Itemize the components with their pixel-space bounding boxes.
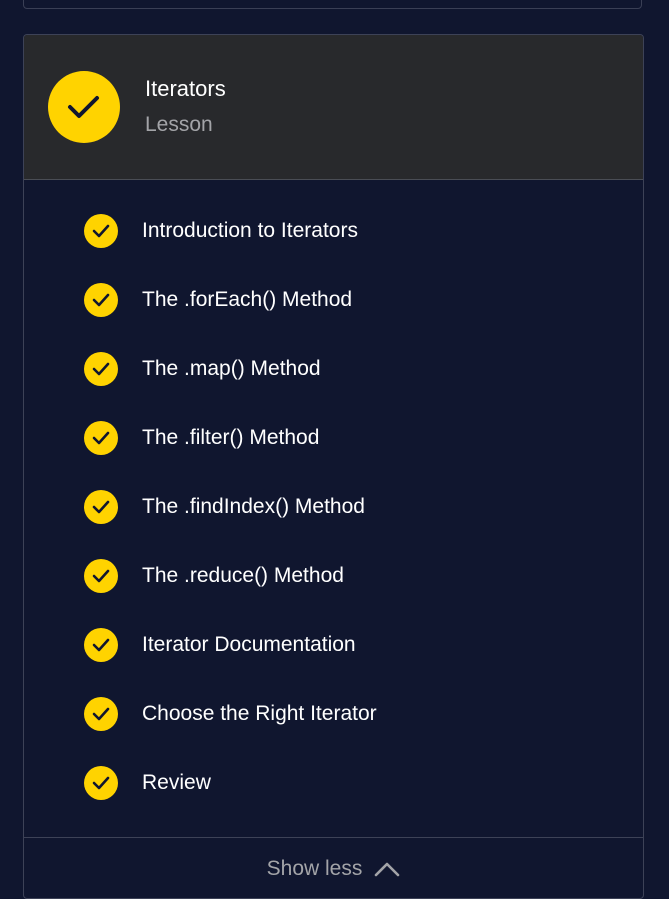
list-item[interactable]: The .map() Method (24, 333, 643, 402)
check-circle-icon (84, 352, 118, 386)
list-item[interactable]: The .filter() Method (24, 402, 643, 471)
lesson-type: Lesson (145, 113, 213, 136)
check-circle-icon (84, 559, 118, 593)
previous-lesson-card[interactable] (23, 0, 642, 9)
page: Iterators Lesson Introduction to Iterato… (0, 0, 669, 899)
check-circle-icon (84, 214, 118, 248)
list-item-label[interactable]: The .map() Method (142, 354, 321, 384)
show-less-label: Show less (266, 856, 363, 880)
check-circle-icon (84, 490, 118, 524)
show-less-button[interactable]: Show less (24, 837, 643, 898)
check-circle-icon (84, 628, 118, 662)
list-item-label[interactable]: The .forEach() Method (142, 285, 352, 315)
list-item[interactable]: The .reduce() Method (24, 540, 643, 609)
list-item[interactable]: Review (24, 747, 643, 816)
list-item-label[interactable]: The .findIndex() Method (142, 492, 365, 522)
lesson-header[interactable]: Iterators Lesson (24, 35, 643, 180)
list-item-label[interactable]: The .filter() Method (142, 423, 319, 453)
list-item-label[interactable]: Review (142, 768, 211, 798)
check-circle-icon (84, 283, 118, 317)
list-item[interactable]: Choose the Right Iterator (24, 678, 643, 747)
check-circle-icon (84, 421, 118, 455)
check-circle-icon (84, 766, 118, 800)
list-item[interactable]: Introduction to Iterators (24, 195, 643, 264)
list-item-label[interactable]: Introduction to Iterators (142, 216, 358, 246)
lesson-card: Iterators Lesson Introduction to Iterato… (23, 34, 644, 899)
check-circle-icon (48, 71, 120, 143)
list-item-label[interactable]: Choose the Right Iterator (142, 699, 377, 729)
list-item-label[interactable]: Iterator Documentation (142, 630, 356, 660)
chevron-up-icon (374, 861, 400, 877)
list-item[interactable]: The .findIndex() Method (24, 471, 643, 540)
lesson-title: Iterators (145, 76, 226, 101)
list-item-label[interactable]: The .reduce() Method (142, 561, 344, 591)
list-item[interactable]: Iterator Documentation (24, 609, 643, 678)
lesson-item-list: Introduction to Iterators The .forEach()… (24, 195, 643, 816)
list-item[interactable]: The .forEach() Method (24, 264, 643, 333)
check-circle-icon (84, 697, 118, 731)
